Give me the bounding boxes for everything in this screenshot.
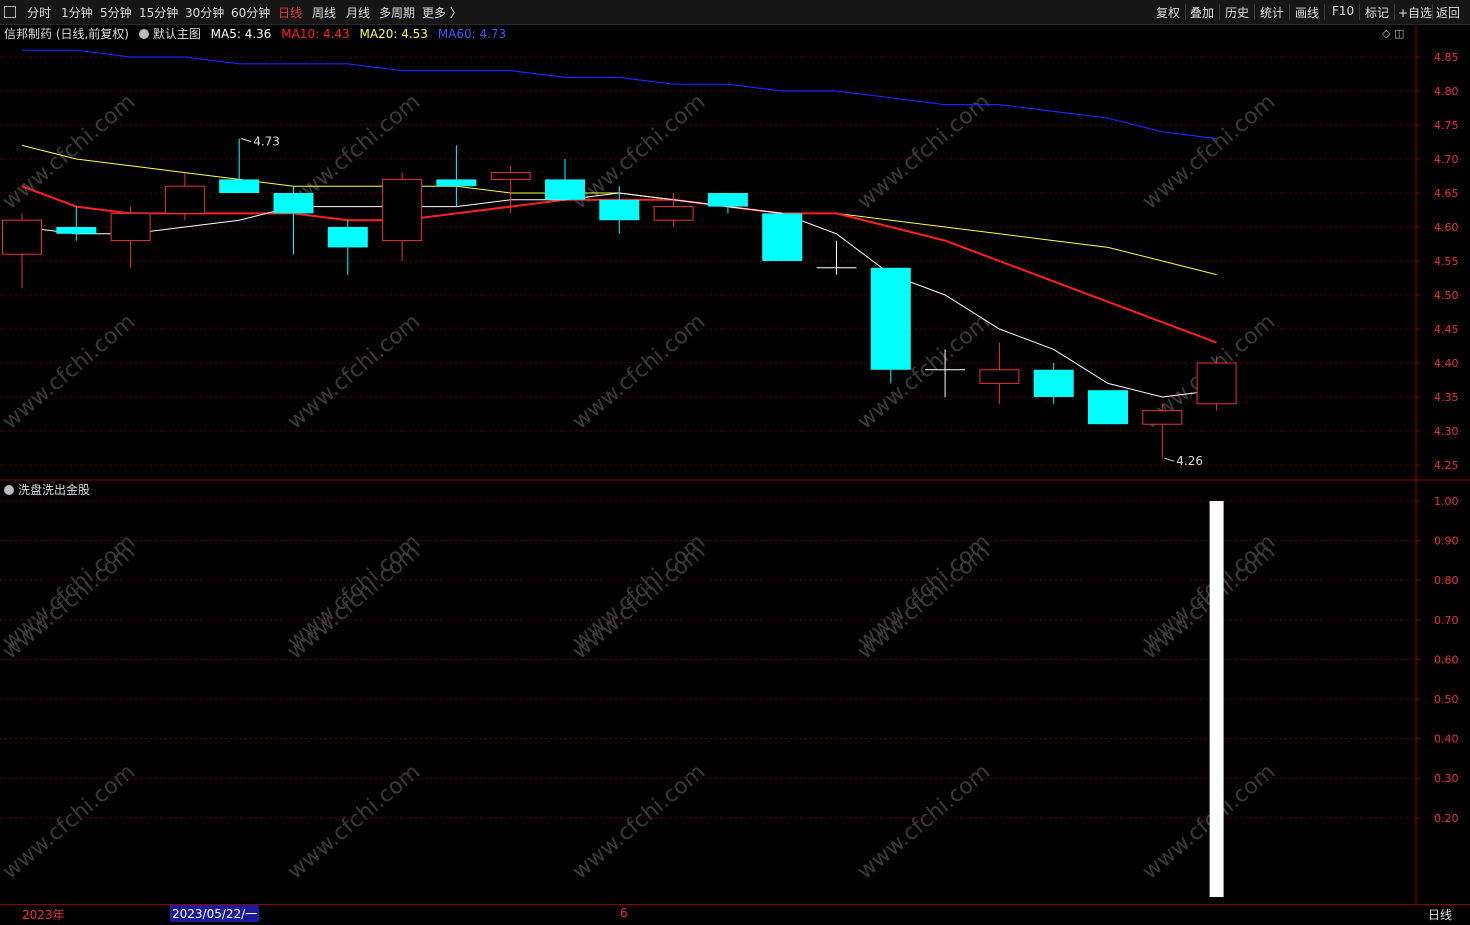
candle-body [327,227,368,248]
candle [436,145,477,207]
indicator-tick-label: 0.40 [1434,733,1459,746]
price-annotation-pointer [241,138,252,143]
watermark-text: www.cfchi.com [1138,89,1280,214]
indicator-tick-label: 0.60 [1434,653,1459,666]
watermark-text: www.cfchi.com [568,759,710,884]
candle [56,206,97,241]
watermark-text: www.cfchi.com [0,539,140,664]
indicator-tick-label: 0.50 [1434,693,1459,706]
candle [490,165,531,214]
candle-body [110,212,151,242]
candle [2,213,42,289]
candle-body [2,219,42,255]
candle-body [653,206,694,221]
candle [327,220,368,275]
watermark-text: www.cfchi.com [568,539,710,664]
price-tick-label: 4.40 [1434,357,1459,370]
candle-body [1196,362,1237,405]
candle [816,240,857,275]
candle-body [1033,369,1074,397]
candle [870,267,911,384]
price-tick-label: 4.50 [1434,289,1459,302]
candle [164,172,205,221]
price-annotation-label: 4.73 [253,135,280,149]
candle-body [56,227,97,234]
price-tick-label: 4.30 [1434,425,1459,438]
candle-body [599,199,640,221]
price-tick-label: 4.70 [1434,153,1459,166]
indicator-tick-label: 0.70 [1434,614,1459,627]
indicator-tick-label: 0.80 [1434,574,1459,587]
cursor-date-label: 2023/05/22/一 [170,905,260,922]
watermark-text: www.cfchi.com [1138,539,1280,664]
candle [1196,356,1237,411]
price-tick-label: 4.55 [1434,255,1459,268]
watermark-text: www.cfchi.com [0,89,140,214]
watermark-text: www.cfchi.com [283,309,425,434]
candle-body [870,267,911,370]
candle [545,159,585,200]
price-tick-label: 4.65 [1434,187,1459,200]
indicator-tick-label: 0.30 [1434,772,1459,785]
month-marker: 6 [620,906,628,920]
price-tick-label: 4.75 [1434,119,1459,132]
year-label: 2023年 [22,908,65,922]
kline-chart[interactable]: 4.85 4.80 4.75 4.70 4.65 4.60 4.55 4.50 4.45 4.40… [0,0,1470,924]
price-annotation-label: 4.26 [1176,454,1203,468]
watermark-text: www.cfchi.com [283,759,425,884]
price-tick-label: 4.60 [1434,221,1459,234]
candle-body [979,369,1020,384]
candle-body [219,179,260,193]
price-tick-label: 4.80 [1434,85,1459,98]
watermark-text: www.cfchi.com [1138,759,1280,884]
indicator-tick-label: 0.20 [1434,812,1459,825]
watermark-text: www.cfchi.com [283,539,425,664]
watermark-text: www.cfchi.com [853,539,995,664]
price-tick-label: 4.35 [1434,391,1459,404]
indicator-signal-bar [1209,501,1224,897]
candle-body [436,179,477,187]
price-annotation-pointer [1164,457,1175,462]
candle [1033,363,1074,404]
candle [762,213,803,261]
price-tick-label: 4.45 [1434,323,1459,336]
candle [979,342,1020,404]
candle-body [1142,410,1183,425]
candle-body [382,178,423,242]
price-tick-label: 4.85 [1434,51,1459,64]
candle [382,172,423,261]
period-indicator: 日线 [1428,908,1453,922]
candle-body [707,193,748,207]
candle-body [545,179,585,200]
watermark-text: www.cfchi.com [853,759,995,884]
indicator-tick-label: 0.90 [1434,535,1459,548]
watermark-text: www.cfchi.com [0,309,140,434]
price-tick-label: 4.25 [1434,459,1459,472]
watermark-text: www.cfchi.com [853,89,995,214]
candle [707,193,748,214]
indicator-tick-label: 1.00 [1434,495,1459,508]
candle [110,206,151,268]
candle-body [762,213,803,261]
candle-body [164,185,205,214]
candle-body [490,172,531,180]
watermark-text: www.cfchi.com [568,309,710,434]
candle [273,186,314,255]
candle-body [273,193,314,214]
candle [1088,390,1128,425]
candle-body [1088,390,1128,425]
